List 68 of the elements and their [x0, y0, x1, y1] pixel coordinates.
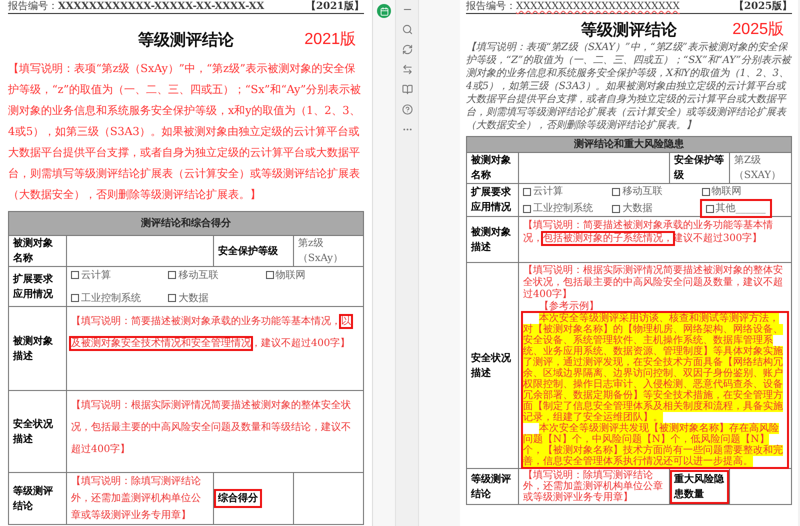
checkbox-label: 大数据: [622, 202, 652, 216]
checkbox[interactable]: [706, 204, 714, 212]
table-cell-text: 扩展要求: [471, 185, 512, 200]
version-label: 2021版: [304, 30, 356, 50]
report-number: XXXXXXXXXXXX-XXXXX-XX-XXXX-XX: [58, 0, 264, 14]
version-label: 2025版: [732, 20, 784, 40]
table-heading: 测评结论和综合得分: [8, 212, 364, 236]
book-icon[interactable]: [402, 84, 412, 95]
score-label: 综合得分: [216, 491, 260, 506]
report-number-label: 报告编号：: [8, 0, 58, 14]
instruction-paragraph: 【填写说明：表项“第z级（SxAy）”中，“第z级”表示被测对象的安全保护等级，“z”的取值为（一、二、三、四或五）；“Sx”和“Ay”分别表示被测对象的业务信息和系统服务安全保护等级，x和y的取值为（1、2、3、4或5），如第三级（S3A3）。如果被测对象由独立定级的云计算平台或大数据平台提供平台支撑，或者自身为独立定级的云计算平台或大数据平台，则需填写等级测评结论扩展表（云计算安全）或等级测评结论扩展表（大数据安全），否则删除等级测评结论扩展表。】: [8, 61, 362, 203]
score-label: 重大风险隐患数量: [672, 472, 727, 502]
checkbox[interactable]: [612, 188, 620, 196]
document-title: 等级测评结论: [581, 19, 677, 40]
example-heading: 【参考示例】: [538, 301, 600, 313]
table-cell: 被测对象名称: [8, 236, 66, 266]
checkbox[interactable]: [523, 188, 531, 196]
checkbox[interactable]: [71, 271, 79, 279]
checkbox-label: 移动互联: [178, 268, 218, 282]
table-cell: 等级测评结论: [8, 472, 66, 524]
checkbox[interactable]: [168, 271, 176, 279]
swap-icon[interactable]: [402, 64, 412, 75]
checkbox-label: 大数据: [178, 292, 208, 306]
table-cell: 安全状况描述: [8, 390, 66, 472]
table-cell: 被测对象描述: [8, 306, 66, 390]
table-cell: 安全状况描述: [466, 262, 518, 468]
checkbox-label: 工业控制系统: [81, 292, 141, 306]
table-cell: 被测对象描述: [466, 216, 518, 262]
instruction-note: 【填写说明：根据实际测评情况简要描述被测对象的整体安全状况，包括最主要的中高风险安全问题及数量和等级结论，建议不超过400字】: [71, 398, 352, 457]
checkbox-label: 云计算: [533, 184, 563, 199]
checkbox[interactable]: [266, 271, 274, 279]
table-cell-text: 扩展要求: [13, 272, 54, 286]
checkbox-label: 云计算: [81, 268, 111, 282]
checkbox[interactable]: [168, 294, 176, 302]
checkbox-label: 工业控制系统: [533, 202, 593, 216]
instruction-note: 【填写说明：根据实际测评情况简要描述被测对象的整体安全状况，包括最主要的中高风险安全问题及数量，建议不超过400字】: [523, 264, 784, 300]
table-cell: 【填写说明：除填写测评结论外，还需加盖测评机构单位公章或等级测评业务专用章】: [66, 472, 214, 524]
checkbox[interactable]: [523, 204, 531, 212]
search-icon[interactable]: [402, 24, 412, 35]
example-paragraph: 本次安全等级测评共发现【被测对象名称】存在高风险问题【N】个，中风险问题【N】个，低风险问题【N】个，【被测对象名称】技术方面尚有一些问题需要整改和完善，信息安全管理体系执行情况还可以进一步提高。: [523, 423, 784, 467]
calendar-app-icon[interactable]: [377, 4, 391, 18]
checkbox-label: 其他______: [716, 202, 766, 216]
checkbox[interactable]: [702, 188, 710, 196]
edition-tag: 【2021版】: [306, 0, 364, 14]
table-cell: 等级测评结论: [466, 468, 518, 504]
table-cell: 安全保护等级: [670, 152, 730, 184]
table-cell: 第Z级（SXAY）: [730, 152, 792, 184]
table-cell-text: 应用情况: [13, 287, 54, 302]
table-heading: 测评结论和重大风险隐患: [466, 136, 792, 152]
checkbox-label: 物联网: [712, 185, 742, 199]
table-cell: 安全保护等级: [214, 236, 294, 266]
instruction-paragraph: 【填写说明：表项“第Z级（SXAY）”中，“第Z级”表示被测对象的安全保护等级，“Z”的取值为（一、二、三、四或五）；“SX”和“AY”分别表示被测对象的业务信息和系统服务安全保护等级，X和Y的取值为（1、2、3、4或5），如第三级（S3A3）。如果被测对象由独立定级的云计算平台或大数据平台提供平台支撑，或者自身为独立定级的云计算平台或大数据平台，则需填写等级测评结论扩展表（云计算安全）或等级测评结论扩展表（大数据安全），否则删除等级测评结论扩展表。】: [466, 41, 792, 132]
checkbox[interactable]: [71, 294, 79, 302]
checkbox-label: 物联网: [276, 268, 306, 282]
example-paragraph: 本次安全等级测评采用访谈、核查和测试等测评方法，对【被测对象名称】的【物理机房、网络架构、网络设备、安全设备、系统管理软件、主机操作系统、数据库管理系统、业务应用系统、数据资源、管理制度】等具体对象实施了测评，通过测评发现，在安全技术方面具备【网络结构冗余、区域边界隔离、边界访问控制、双因子身份鉴别、账户权限控制、操作日志审计、入侵检测、恶意代码查杀、设备冗余部署、数据定期备份】等安全技术措施，在安全管理方面【制定了信息安全管理体系及相关制度和流程，具备实施记录，组建了安全运维团队】。: [523, 313, 784, 423]
report-number: XXXXXXXXXXXXXXXXXXXXXXX: [516, 0, 680, 14]
instruction-note: 【填写说明：简要描述被测对象承载的业务功能等基本情况，以及被测对象安全技术情况和安全管理情况，建议不超过400字】: [71, 314, 352, 351]
document-title: 等级测评结论: [138, 29, 234, 51]
edition-tag: 【2025版】: [734, 0, 792, 14]
refresh-icon[interactable]: [402, 44, 412, 55]
table-cell-text: 应用情况: [471, 200, 512, 215]
checkbox[interactable]: [612, 204, 620, 212]
table-cell: 【填写说明：除填写测评结论外，还需加盖测评机构单位公章或等级测评业务专用章】: [518, 468, 670, 504]
table-cell: 第z级（SxAy）: [294, 236, 364, 266]
checkbox-label: 移动互联: [622, 185, 662, 199]
table-cell: 被测对象名称: [466, 152, 518, 184]
help-icon[interactable]: [402, 104, 412, 115]
report-number-label: 报告编号：: [466, 0, 516, 14]
